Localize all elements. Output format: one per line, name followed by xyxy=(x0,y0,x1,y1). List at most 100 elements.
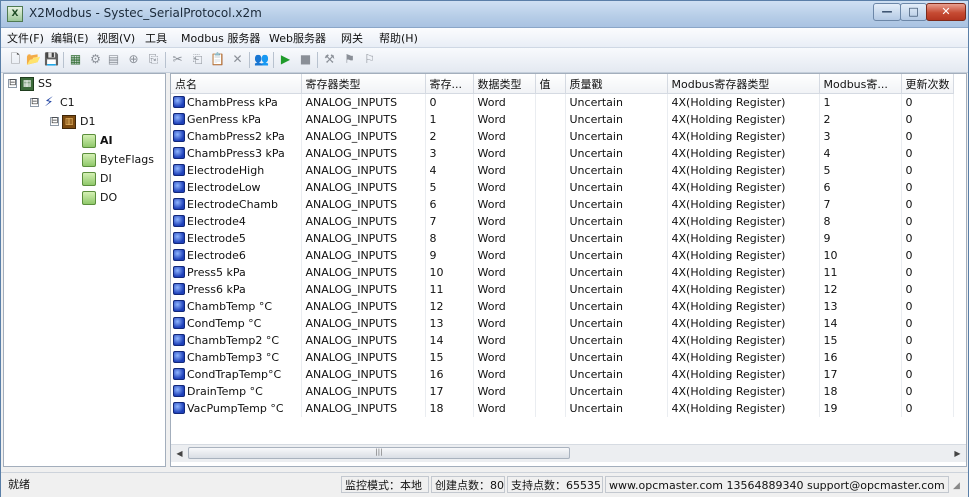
collapse-icon[interactable]: ⊟ xyxy=(30,98,39,107)
table-cell: 4X(Holding Register) xyxy=(667,247,820,264)
table-cell: 4X(Holding Register) xyxy=(667,145,820,162)
column-header-data-type[interactable]: 数据类型 xyxy=(473,74,536,94)
scroll-thumb[interactable]: ||| xyxy=(188,447,570,459)
start-icon[interactable]: ▶ xyxy=(277,51,294,68)
table-cell: 0 xyxy=(901,400,954,417)
table-cell: 4X(Holding Register) xyxy=(667,281,820,298)
users-icon[interactable]: 👥 xyxy=(253,51,270,68)
title-bar[interactable]: X X2Modbus - Systec_SerialProtocol.x2m —… xyxy=(1,1,968,28)
column-header-register-type[interactable]: 寄存器类型 xyxy=(301,74,426,94)
table-row[interactable]: ChambPress kPa ANALOG_INPUTS 0 Word Uncertai… xyxy=(171,93,954,111)
table-cell: Word xyxy=(473,196,536,213)
table-row[interactable]: VacPumpTemp °C ANALOG_INPUTS 18 Word Uncerta… xyxy=(171,400,954,417)
collapse-icon[interactable]: ⊟ xyxy=(8,79,17,88)
paste-icon[interactable]: 📋 xyxy=(209,51,226,68)
properties-icon[interactable]: ⎘ xyxy=(145,51,162,68)
column-header-modbus-address[interactable]: Modbus寄... xyxy=(819,74,902,94)
table-cell: ChambPress2 kPa xyxy=(171,128,302,145)
import-icon[interactable]: ⚒ xyxy=(321,51,338,68)
table-cell: Press5 kPa xyxy=(171,264,302,281)
column-header-value[interactable]: 值 xyxy=(535,74,566,94)
column-header-update-count[interactable]: 更新次数 xyxy=(901,74,954,94)
table-row[interactable]: ElectrodeHigh ANALOG_INPUTS 4 Word Uncertain… xyxy=(171,162,954,179)
cut-icon[interactable]: ✂ xyxy=(169,51,186,68)
project-tree[interactable]: ⊟ ▦ SS ⊟ ⚡ C1 ⊟ ▥ D1 AI ByteFlags DI DO xyxy=(3,73,166,467)
table-cell: 17 xyxy=(819,366,902,383)
export-icon[interactable]: ⚑ xyxy=(341,51,358,68)
stop-icon[interactable]: ■ xyxy=(297,51,314,68)
menu-edit[interactable]: 编辑(E) xyxy=(51,30,89,46)
table-cell: 5 xyxy=(425,179,474,196)
resize-grip-icon[interactable]: ◢ xyxy=(953,481,965,493)
menu-help[interactable]: 帮助(H) xyxy=(379,30,418,46)
table-row[interactable]: Press5 kPa ANALOG_INPUTS 10 Word Uncertain 4X… xyxy=(171,264,954,281)
table-cell: GenPress kPa xyxy=(171,111,302,128)
table-cell: ElectrodeLow xyxy=(171,179,302,196)
table-cell: 0 xyxy=(901,315,954,332)
table-cell: ANALOG_INPUTS xyxy=(301,400,426,417)
column-header-quality[interactable]: 质量戳 xyxy=(565,74,668,94)
scroll-right-icon[interactable]: ▶ xyxy=(950,446,965,461)
table-row[interactable]: CondTemp °C ANALOG_INPUTS 13 Word Uncertain 4… xyxy=(171,315,954,332)
table-row[interactable]: ChambPress2 kPa ANALOG_INPUTS 2 Word Uncerta… xyxy=(171,128,954,145)
table-cell: 12 xyxy=(819,281,902,298)
table-row[interactable]: Electrode5 ANALOG_INPUTS 8 Word Uncertain 4X(… xyxy=(171,230,954,247)
table-cell: 5 xyxy=(819,162,902,179)
close-button[interactable]: ✕ xyxy=(926,3,966,21)
tag-icon xyxy=(173,385,185,397)
scroll-left-icon[interactable]: ◀ xyxy=(172,446,187,461)
table-cell: ANALOG_INPUTS xyxy=(301,145,426,162)
collapse-icon[interactable]: ⊟ xyxy=(50,117,59,126)
horizontal-scrollbar[interactable]: ◀ ||| ▶ xyxy=(171,444,966,462)
config-icon[interactable]: ⚐ xyxy=(361,51,378,68)
copy-icon[interactable]: ⎗ xyxy=(189,51,206,68)
table-cell: 12 xyxy=(425,298,474,315)
open-folder-icon[interactable]: 📂 xyxy=(25,51,42,68)
table-cell: ANALOG_INPUTS xyxy=(301,298,426,315)
add-group-icon[interactable]: ▤ xyxy=(105,51,122,68)
table-cell: 0 xyxy=(901,281,954,298)
table-row[interactable]: GenPress kPa ANALOG_INPUTS 1 Word Uncertain 4… xyxy=(171,111,954,128)
menu-file[interactable]: 文件(F) xyxy=(7,30,44,46)
tag-grid[interactable]: 点名 寄存器类型 寄存... 数据类型 值 质量戳 Modbus寄存器类型 Mo… xyxy=(170,73,967,467)
table-cell: Uncertain xyxy=(565,179,668,196)
table-cell: Uncertain xyxy=(565,213,668,230)
table-row[interactable]: DrainTemp °C ANALOG_INPUTS 17 Word Uncertain… xyxy=(171,383,954,400)
add-tag-icon[interactable]: ⊕ xyxy=(125,51,142,68)
table-row[interactable]: Electrode4 ANALOG_INPUTS 7 Word Uncertain 4X(… xyxy=(171,213,954,230)
column-header-modbus-register-type[interactable]: Modbus寄存器类型 xyxy=(667,74,820,94)
menu-tools[interactable]: 工具 xyxy=(145,30,167,46)
column-header-register-address[interactable]: 寄存... xyxy=(425,74,474,94)
tag-name: ChambTemp3 °C xyxy=(187,351,280,364)
table-cell: Uncertain xyxy=(565,383,668,400)
add-device-icon[interactable]: ⚙ xyxy=(87,51,104,68)
menu-gateway[interactable]: 网关 xyxy=(341,30,363,46)
table-row[interactable]: ElectrodeChamb ANALOG_INPUTS 6 Word Uncertai… xyxy=(171,196,954,213)
menu-web-server[interactable]: Web服务器 xyxy=(269,30,326,46)
table-row[interactable]: ChambPress3 kPa ANALOG_INPUTS 3 Word Uncerta… xyxy=(171,145,954,162)
column-header-point-name[interactable]: 点名 xyxy=(171,74,302,94)
maximize-button[interactable]: □ xyxy=(900,3,927,21)
table-cell xyxy=(535,349,566,366)
tree-node-label: ByteFlags xyxy=(100,153,154,166)
table-row[interactable]: Press6 kPa ANALOG_INPUTS 11 Word Uncertain 4X… xyxy=(171,281,954,298)
table-row[interactable]: ChambTemp3 °C ANALOG_INPUTS 15 Word Uncertai… xyxy=(171,349,954,366)
table-row[interactable]: CondTrapTemp°C ANALOG_INPUTS 16 Word Uncerta… xyxy=(171,366,954,383)
table-cell: 4X(Holding Register) xyxy=(667,111,820,128)
menu-modbus-server[interactable]: Modbus 服务器 xyxy=(181,30,260,46)
table-cell: ANALOG_INPUTS xyxy=(301,162,426,179)
table-row[interactable]: ElectrodeLow ANALOG_INPUTS 5 Word Uncertain 4… xyxy=(171,179,954,196)
menu-view[interactable]: 视图(V) xyxy=(97,30,135,46)
table-row[interactable]: Electrode6 ANALOG_INPUTS 9 Word Uncertain 4X(… xyxy=(171,247,954,264)
new-document-icon[interactable]: 🗋 xyxy=(7,51,24,68)
table-cell: 0 xyxy=(901,213,954,230)
table-row[interactable]: ChambTemp °C ANALOG_INPUTS 12 Word Uncertain… xyxy=(171,298,954,315)
minimize-button[interactable]: — xyxy=(873,3,901,21)
delete-icon[interactable]: ✕ xyxy=(229,51,246,68)
table-cell: ANALOG_INPUTS xyxy=(301,179,426,196)
table-cell xyxy=(535,145,566,162)
save-icon[interactable]: 💾 xyxy=(43,51,60,68)
table-row[interactable]: ChambTemp2 °C ANALOG_INPUTS 14 Word Uncertai… xyxy=(171,332,954,349)
table-cell: Uncertain xyxy=(565,315,668,332)
add-channel-icon[interactable]: ▦ xyxy=(67,51,84,68)
